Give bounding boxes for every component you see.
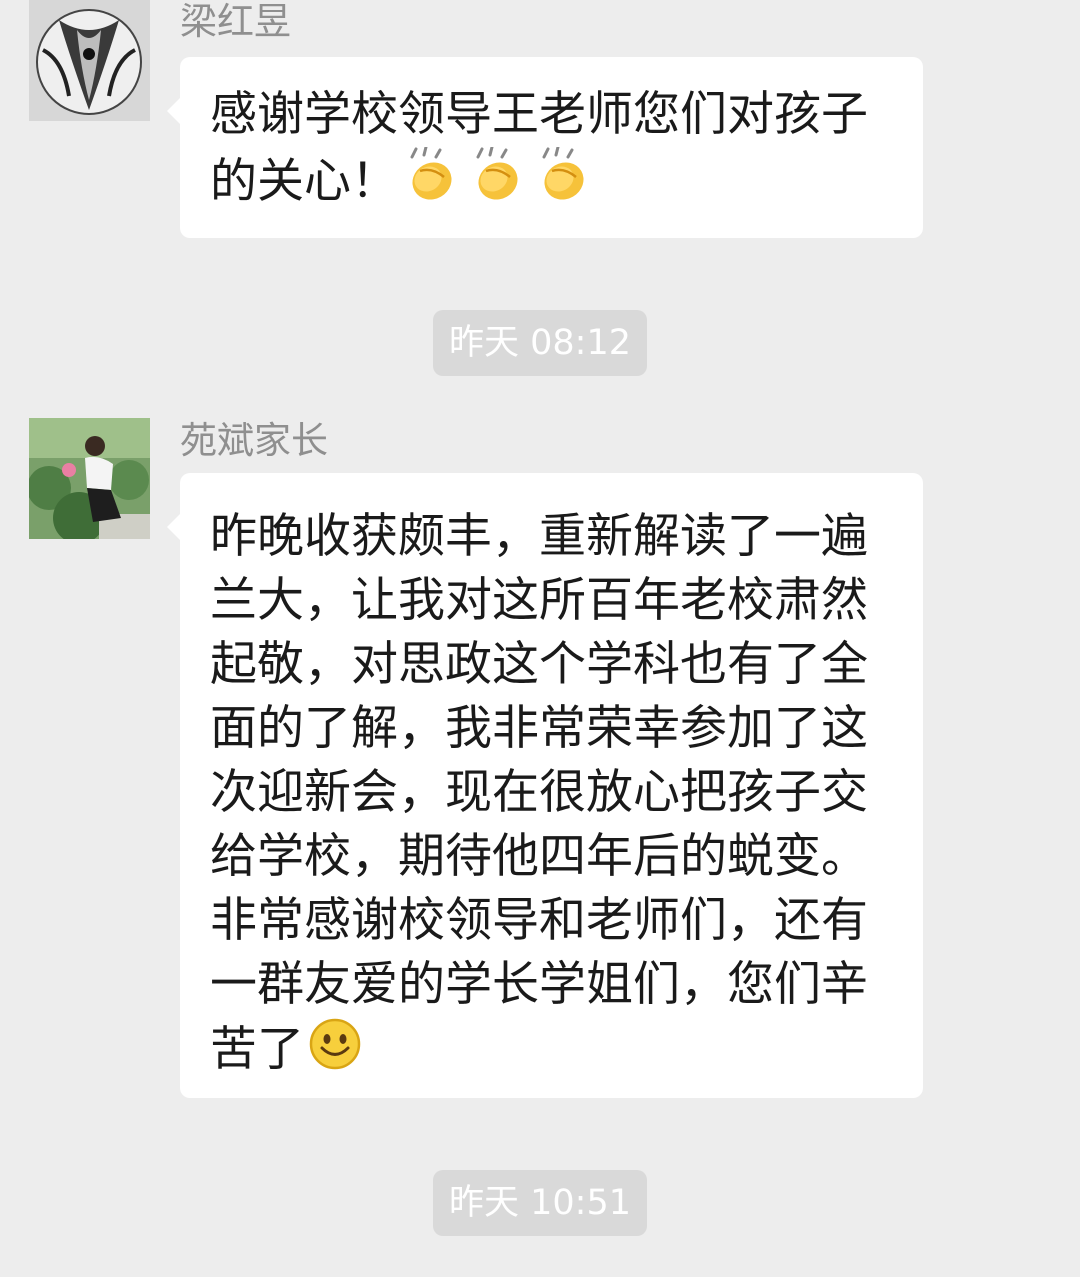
- sender-name: 苑斌家长: [180, 419, 328, 462]
- message-text: 昨晚收获颇丰，重新解读了一遍兰大，让我对这所百年老校肃然起敬，对思政这个学科也有…: [210, 509, 868, 1077]
- clapping-hands-icon: [468, 147, 530, 203]
- sender-name: 梁红昱: [180, 0, 291, 43]
- message-bubble[interactable]: 昨晚收获颇丰，重新解读了一遍兰大，让我对这所百年老校肃然起敬，对思政这个学科也有…: [167, 473, 923, 1098]
- smiley-face-icon: [308, 1017, 362, 1071]
- message-bubble[interactable]: 感谢学校领导王老师您们对孩子的关心！: [167, 57, 923, 238]
- avatar-image-artwork: [29, 0, 150, 121]
- avatar-image-photo: [29, 418, 150, 539]
- sender-avatar[interactable]: [29, 418, 150, 539]
- sender-avatar[interactable]: [29, 0, 150, 121]
- clapping-hands-icon: [402, 147, 464, 203]
- timestamp: 昨天 10:51: [433, 1170, 647, 1236]
- timestamp: 昨天 08:12: [433, 310, 647, 376]
- clapping-hands-icon: [534, 147, 596, 203]
